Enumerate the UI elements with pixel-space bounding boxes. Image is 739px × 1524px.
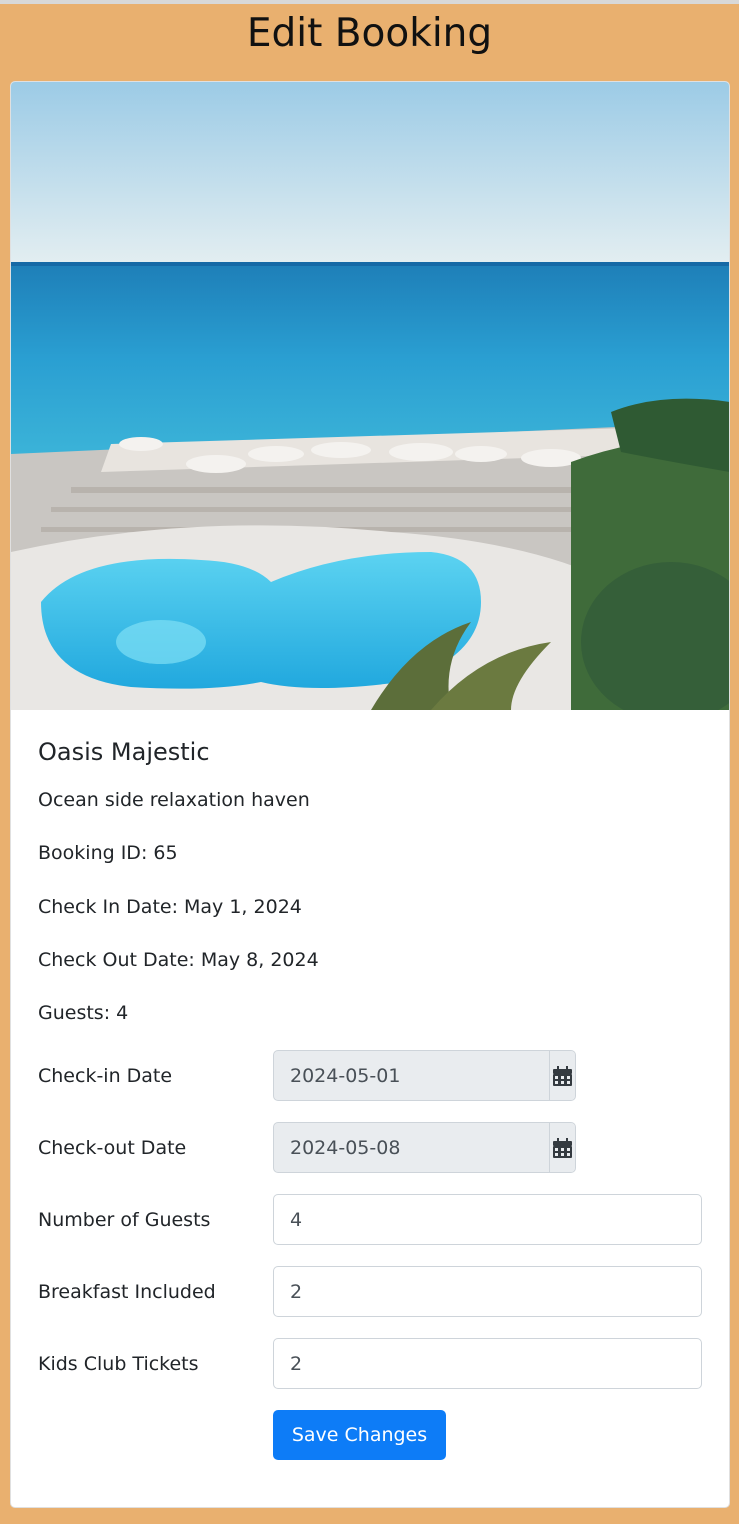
check-in-date-text: Check In Date: May 1, 2024 <box>38 896 302 918</box>
page-title: Edit Booking <box>246 11 493 56</box>
calendar-icon <box>553 1065 572 1086</box>
guests-text: Guests: 4 <box>38 1002 129 1024</box>
kids-club-input[interactable] <box>273 1338 702 1389</box>
breakfast-input[interactable] <box>273 1266 702 1317</box>
check-out-date-picker <box>273 1122 576 1173</box>
hotel-name: Oasis Majestic <box>38 738 210 766</box>
check-out-label: Check-out Date <box>38 1137 187 1159</box>
check-in-calendar-button[interactable] <box>549 1051 575 1100</box>
kids-club-label: Kids Club Tickets <box>38 1353 199 1375</box>
breakfast-label: Breakfast Included <box>38 1281 216 1303</box>
check-in-label: Check-in Date <box>38 1065 173 1087</box>
hotel-description: Ocean side relaxation haven <box>38 789 310 811</box>
check-out-input[interactable] <box>274 1123 549 1172</box>
booking-id: Booking ID: 65 <box>38 842 178 864</box>
top-divider <box>0 0 739 4</box>
guests-label: Number of Guests <box>38 1209 211 1231</box>
check-in-date-picker <box>273 1050 576 1101</box>
save-changes-button[interactable]: Save Changes <box>273 1410 446 1460</box>
check-in-input[interactable] <box>274 1051 549 1100</box>
check-out-date-text: Check Out Date: May 8, 2024 <box>38 949 319 971</box>
booking-card: Oasis Majestic Ocean side relaxation hav… <box>10 81 730 1508</box>
calendar-icon <box>553 1137 572 1158</box>
check-out-calendar-button[interactable] <box>549 1123 575 1172</box>
hotel-image <box>11 82 729 710</box>
guests-input[interactable] <box>273 1194 702 1245</box>
